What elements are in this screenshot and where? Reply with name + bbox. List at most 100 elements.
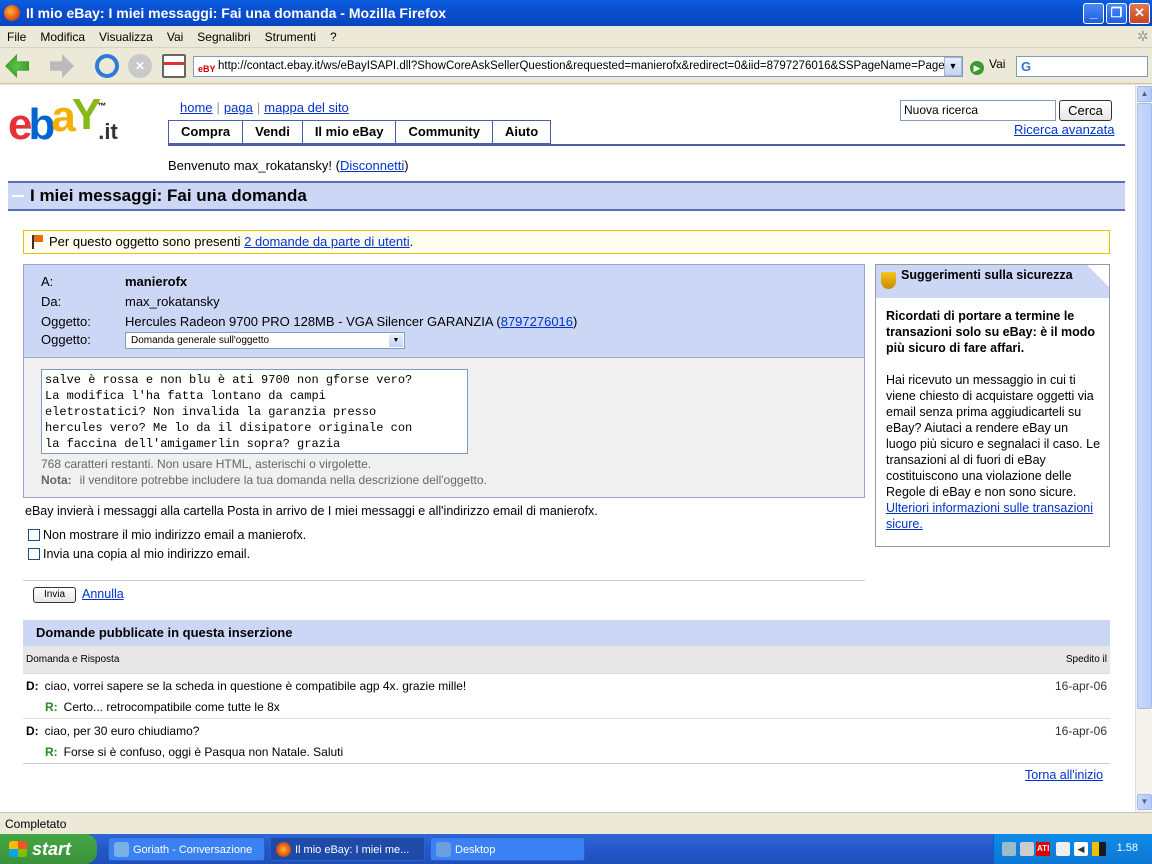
- home-link[interactable]: home: [180, 100, 213, 115]
- send-button[interactable]: Invia: [33, 587, 76, 603]
- network-icon[interactable]: [1002, 842, 1016, 856]
- firefox-icon: [4, 5, 20, 21]
- cancel-link[interactable]: Annulla: [82, 587, 124, 601]
- checkbox-box[interactable]: [28, 548, 40, 560]
- nav-il-mio-ebay[interactable]: Il mio eBay: [302, 121, 397, 143]
- subject-select[interactable]: Domanda generale sull'oggetto ▼: [125, 332, 405, 349]
- task-label: Desktop: [455, 844, 496, 856]
- paga-link[interactable]: paga: [224, 100, 253, 115]
- restore-button[interactable]: ❐: [1106, 3, 1127, 24]
- system-tray: ATI ◀ 1.58: [993, 834, 1152, 864]
- logo-y: Y: [71, 90, 101, 139]
- link-separator: |: [256, 100, 261, 115]
- note: Nota: il venditore potrebbe includere la …: [41, 473, 487, 487]
- display-icon[interactable]: [1020, 842, 1034, 856]
- note-label: Nota:: [41, 473, 72, 487]
- page-title-text: I miei messaggi: Fai una domanda: [30, 186, 307, 205]
- advanced-search-link[interactable]: Ricerca avanzata: [1014, 122, 1114, 137]
- scroll-thumb[interactable]: [1137, 103, 1152, 709]
- item-value: Hercules Radeon 9700 PRO 128MB - VGA Sil…: [125, 314, 501, 329]
- nav-compra[interactable]: Compra: [169, 121, 244, 143]
- menu-strumenti[interactable]: Strumenti: [265, 30, 316, 44]
- task-messenger[interactable]: Goriath - Conversazione: [108, 837, 265, 861]
- minimize-button[interactable]: _: [1083, 3, 1104, 24]
- home-icon[interactable]: [162, 54, 186, 78]
- ebay-logo[interactable]: ebaY™ .it: [8, 90, 126, 164]
- shield-icon: [881, 272, 896, 289]
- chars-remaining: 768 caratteri restanti. Non usare HTML, …: [41, 457, 372, 471]
- search-button[interactable]: Cerca: [1059, 100, 1112, 121]
- questions-link[interactable]: 2 domande da parte di utenti: [244, 234, 410, 249]
- safe-transactions-link[interactable]: Ulteriori informazioni sulle transazioni…: [886, 501, 1093, 531]
- flag-icon: [32, 235, 43, 249]
- qa-question-row: D: ciao, vorrei sapere se la scheda in qu…: [23, 673, 1110, 696]
- divider: [23, 763, 1110, 764]
- reload-icon[interactable]: [95, 54, 119, 78]
- volume-icon[interactable]: ◀: [1074, 842, 1088, 856]
- subject-row: Oggetto:: [41, 332, 125, 347]
- go-button[interactable]: ▶ Vai: [970, 57, 1005, 75]
- messenger-icon: [114, 842, 129, 857]
- google-icon: G: [1021, 59, 1032, 74]
- close-button[interactable]: ✕: [1129, 3, 1150, 24]
- back-to-top-link[interactable]: Torna all'inizio: [1025, 768, 1103, 782]
- to-row: A: manierofx: [41, 274, 187, 289]
- from-label: Da:: [41, 294, 62, 309]
- vertical-scrollbar[interactable]: ▲ ▼: [1135, 85, 1152, 812]
- throbber-icon: ✲: [1137, 28, 1149, 44]
- qa-answer-row: R: Forse si è confuso, oggi è Pasqua non …: [23, 741, 1110, 763]
- menu-segnalibri[interactable]: Segnalibri: [197, 30, 250, 44]
- checkbox-box[interactable]: [28, 529, 40, 541]
- send-copy-label: Invia una copia al mio indirizzo email.: [43, 547, 251, 561]
- url-dropdown-icon[interactable]: ▼: [944, 57, 962, 76]
- subject-label: Oggetto:: [41, 332, 91, 347]
- task-label: Goriath - Conversazione: [133, 844, 253, 856]
- question-label: D:: [26, 724, 39, 738]
- forward-icon[interactable]: [50, 54, 74, 78]
- sitemap-link[interactable]: mappa del sito: [264, 100, 349, 115]
- navigation-toolbar: ✕ eBY http://contact.ebay.it/ws/eBayISAP…: [0, 48, 1152, 84]
- menu-help[interactable]: ?: [330, 30, 337, 44]
- nav-aiuto[interactable]: Aiuto: [492, 121, 551, 143]
- notice-end: .: [409, 234, 414, 249]
- qa-col-question: Domanda e Risposta: [26, 654, 120, 665]
- menu-visualizza[interactable]: Visualizza: [99, 30, 153, 44]
- search-engine-input[interactable]: G: [1016, 56, 1148, 77]
- item-id-link[interactable]: 8797276016: [501, 314, 573, 329]
- menu-vai[interactable]: Vai: [167, 30, 183, 44]
- hide-email-checkbox[interactable]: Non mostrare il mio indirizzo email a ma…: [28, 528, 306, 542]
- menu-modifica[interactable]: Modifica: [40, 30, 85, 44]
- start-button[interactable]: start: [0, 834, 97, 864]
- usb-icon[interactable]: [1056, 842, 1070, 856]
- chevron-down-icon: ▼: [389, 334, 403, 347]
- questions-notice: Per questo oggetto sono presenti 2 doman…: [23, 230, 1110, 254]
- link-separator: |: [216, 100, 220, 115]
- to-value: manierofx: [125, 274, 188, 289]
- scroll-down-icon[interactable]: ▼: [1137, 794, 1152, 810]
- stop-icon[interactable]: ✕: [128, 54, 152, 78]
- send-copy-checkbox[interactable]: Invia una copia al mio indirizzo email.: [28, 547, 250, 561]
- nav-community[interactable]: Community: [396, 121, 493, 143]
- qa-section-title: Domande pubblicate in questa inserzione: [23, 620, 1110, 646]
- battery-icon[interactable]: [1092, 842, 1106, 856]
- task-firefox[interactable]: Il mio eBay: I miei me...: [270, 837, 425, 861]
- clock[interactable]: 1.58: [1117, 842, 1138, 854]
- menu-file[interactable]: File: [7, 30, 26, 44]
- ati-icon[interactable]: ATI: [1036, 842, 1051, 856]
- qa-column-headers: Domanda e Risposta Spedito il: [23, 646, 1110, 673]
- answer-text: Certo... retrocompatibile come tutte le …: [63, 700, 280, 714]
- message-textarea[interactable]: salve è rossa e non blu è ati 9700 non g…: [41, 369, 468, 454]
- title-dash: [12, 195, 24, 197]
- start-label: start: [32, 839, 72, 859]
- scroll-up-icon[interactable]: ▲: [1137, 86, 1152, 102]
- taskbar: start Goriath - Conversazione Il mio eBa…: [0, 834, 1152, 864]
- logout-link[interactable]: Disconnetti: [340, 158, 404, 173]
- task-desktop[interactable]: Desktop: [430, 837, 585, 861]
- nav-vendi[interactable]: Vendi: [243, 121, 303, 143]
- back-icon[interactable]: [5, 54, 29, 78]
- notice-text: Per questo oggetto sono presenti: [49, 234, 241, 249]
- welcome-text: Benvenuto max_rokatansky! (: [168, 158, 340, 173]
- ebay-search-input[interactable]: Nuova ricerca: [900, 100, 1056, 121]
- url-input[interactable]: eBY http://contact.ebay.it/ws/eBayISAPI.…: [193, 56, 963, 77]
- window-titlebar[interactable]: Il mio eBay: I miei messaggi: Fai una do…: [0, 0, 1152, 26]
